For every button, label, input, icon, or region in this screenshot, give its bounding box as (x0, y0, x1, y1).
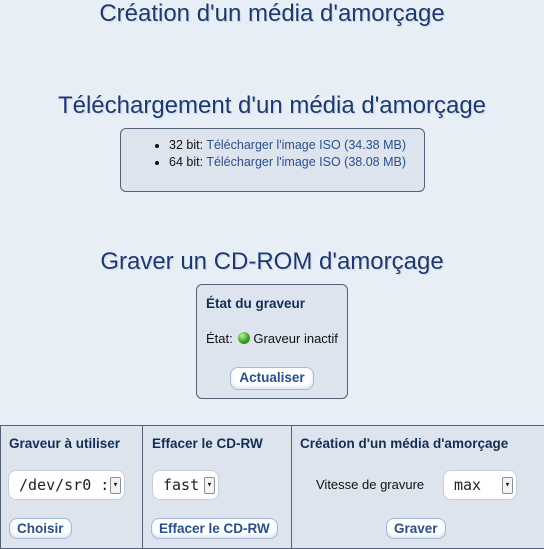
erase-mode-value: fast (163, 476, 200, 494)
create-column: Création d'un média d'amorçage Vitesse d… (291, 426, 544, 548)
burn-speed-label: Vitesse de gravure (316, 477, 425, 492)
burn-speed-select[interactable]: max ▾ (443, 470, 517, 500)
download-64bit-label: 64 bit: (169, 155, 207, 169)
state-label: État: (206, 331, 233, 346)
status-led-icon (238, 332, 251, 344)
download-item-64bit: 64 bit: Télécharger l'image ISO (38.08 M… (169, 154, 424, 171)
download-list: 32 bit: Télécharger l'image ISO (34.38 M… (121, 137, 424, 171)
burn-speed-value: max (454, 476, 482, 494)
download-32bit-link[interactable]: Télécharger l'image ISO (34.38 MB) (206, 138, 406, 152)
download-item-32bit: 32 bit: Télécharger l'image ISO (34.38 M… (169, 137, 424, 154)
burn-heading: Graver un CD-ROM d'amorçage (100, 248, 444, 275)
device-column: Graveur à utiliser /dev/sr0 : ▾ Choisir (0, 426, 142, 548)
device-select-value: /dev/sr0 : (19, 476, 110, 494)
erase-column: Effacer le CD-RW fast ▾ Effacer le CD-RW (142, 426, 291, 548)
burn-speed-arrow-icon: ▾ (502, 477, 513, 494)
erase-cdrw-button[interactable]: Effacer le CD-RW (151, 518, 278, 539)
erase-mode-arrow-icon: ▾ (204, 477, 215, 494)
burner-state-title: État du graveur (206, 296, 306, 311)
burner-state-box: État du graveur État: Graveur inactif Ac… (196, 284, 348, 399)
device-select-arrow-icon: ▾ (110, 477, 121, 494)
page-title: Création d'un média d'amorçage (99, 0, 445, 27)
download-64bit-link[interactable]: Télécharger l'image ISO (38.08 MB) (206, 155, 406, 169)
erase-column-title: Effacer le CD-RW (152, 436, 263, 451)
burn-options-table: Graveur à utiliser /dev/sr0 : ▾ Choisir … (0, 425, 544, 549)
burner-state-line: État: Graveur inactif (206, 331, 338, 346)
refresh-button[interactable]: Actualiser (230, 367, 314, 390)
device-select[interactable]: /dev/sr0 : ▾ (8, 470, 125, 500)
download-box: 32 bit: Télécharger l'image ISO (34.38 M… (120, 128, 425, 192)
state-value: Graveur inactif (253, 331, 338, 346)
device-column-title: Graveur à utiliser (9, 436, 121, 451)
create-column-title: Création d'un média d'amorçage (300, 436, 509, 451)
download-32bit-label: 32 bit: (169, 138, 207, 152)
download-heading: Téléchargement d'un média d'amorçage (57, 92, 487, 119)
choose-button[interactable]: Choisir (9, 518, 72, 539)
burn-button[interactable]: Graver (386, 518, 446, 539)
erase-mode-select[interactable]: fast ▾ (152, 470, 219, 500)
